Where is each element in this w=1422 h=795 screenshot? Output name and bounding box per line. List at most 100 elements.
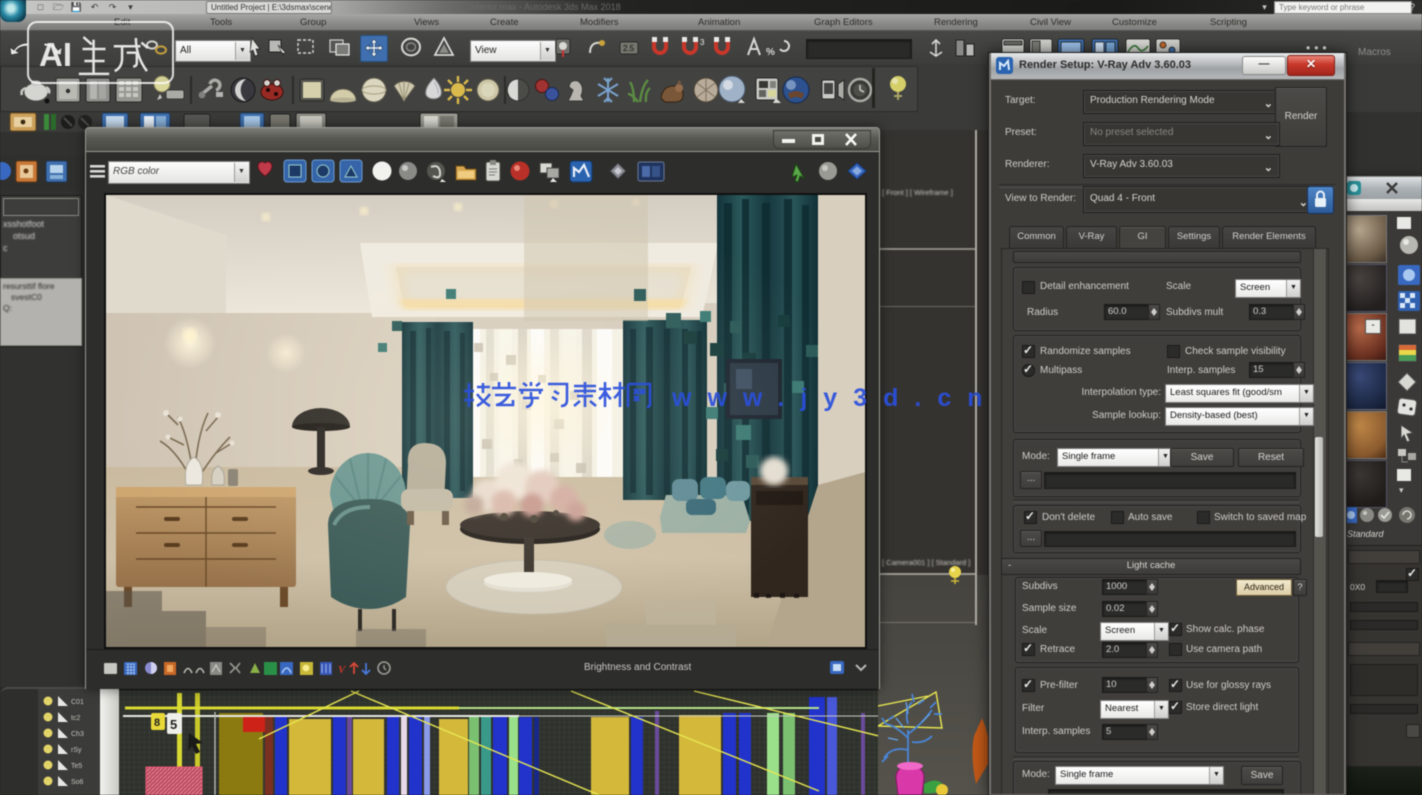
vfb-swirl-icon[interactable] <box>427 162 446 182</box>
sphere-primitive-icon[interactable] <box>362 78 386 102</box>
render-button[interactable]: Render <box>1275 87 1327 147</box>
lc-prefilter-spinner[interactable]: 10 <box>1102 677 1157 693</box>
render-setup-icon[interactable] <box>756 78 781 103</box>
lc-retrace-checkbox[interactable] <box>1022 643 1035 656</box>
mated-scroll-button2[interactable] <box>1397 469 1411 481</box>
minimize-icon[interactable] <box>782 139 795 143</box>
open-file-icon[interactable]: 🗁 <box>52 2 65 12</box>
sample-uv-tiling-icon[interactable] <box>1399 319 1416 334</box>
vfb-history-icon[interactable] <box>638 162 664 181</box>
put-material-icon[interactable] <box>1360 508 1374 522</box>
sample-lookup-dropdown[interactable]: Density-based (best)▼ <box>1165 407 1314 426</box>
scene-explorer-rows[interactable]: C01 tc2 Ch3 rSy Te5 So6 <box>38 691 100 795</box>
clock-icon[interactable] <box>849 79 871 101</box>
vfb-red-sphere-icon[interactable] <box>511 162 530 181</box>
mated-horizontal-toolbar[interactable] <box>1345 505 1421 527</box>
dialog-minimize-button[interactable]: — <box>1242 56 1286 75</box>
vfb-clipboard-icon[interactable] <box>486 160 500 181</box>
utilities-icon[interactable] <box>199 80 223 98</box>
geosphere-icon[interactable] <box>694 78 718 102</box>
viewport-gap[interactable]: [ Front ] [ Wireframe ] [ Camera001 ] [ … <box>878 130 990 795</box>
menu-views[interactable]: Views <box>414 17 439 28</box>
irradiance-rollout-stub[interactable] <box>1013 251 1301 263</box>
tab-common[interactable]: Common <box>1009 226 1064 249</box>
lc-mode-dropdown[interactable]: Single frame▼ <box>1055 766 1224 785</box>
video-color-check-icon[interactable] <box>1399 345 1416 361</box>
dont-delete-checkbox[interactable] <box>1024 511 1037 524</box>
snowflake-icon[interactable] <box>598 78 618 102</box>
select-and-move-button[interactable] <box>360 35 388 62</box>
workspace-dropdown-icon[interactable]: ▾ <box>124 2 137 12</box>
irmap-file-field[interactable] <box>1044 472 1296 489</box>
options-icon[interactable] <box>1397 398 1417 416</box>
explorer-item[interactable]: rSy <box>71 747 82 754</box>
lc-sample-size-spinner[interactable]: 0.02 <box>1102 601 1157 617</box>
menu-modifiers[interactable]: Modifiers <box>580 17 619 28</box>
view-to-render-dropdown[interactable]: Quad 4 - Front⌄ <box>1083 186 1315 213</box>
menu-tools[interactable]: Tools <box>210 17 232 28</box>
lc-store-direct-checkbox[interactable] <box>1169 701 1182 714</box>
vfb-stop-icon[interactable] <box>819 162 837 180</box>
vfb-heart-icon[interactable] <box>258 162 272 176</box>
sun-icon[interactable] <box>444 76 472 104</box>
renderer-dropdown[interactable]: V-Ray Adv 3.60.03⌄ <box>1083 154 1280 178</box>
cone-primitive-icon[interactable] <box>426 78 442 99</box>
snap-toggles-icons[interactable]: 3 % <box>648 35 798 61</box>
exposure-icon[interactable] <box>300 662 313 675</box>
default-lights-icon[interactable] <box>882 70 918 106</box>
lc-file-field[interactable] <box>1048 789 1284 795</box>
vfb-gray-sphere-icon[interactable] <box>399 162 417 180</box>
vfb-diamond-icon[interactable] <box>610 163 626 179</box>
generate-preview-icon[interactable] <box>1398 373 1416 391</box>
explorer-item[interactable]: tc2 <box>71 715 80 722</box>
tab-settings[interactable]: Settings <box>1168 226 1220 249</box>
autosave-browse-button[interactable]: ... <box>1020 530 1042 547</box>
reference-coordinate-dropdown[interactable]: View▼ <box>470 40 556 62</box>
ladybug-icon[interactable] <box>261 80 283 100</box>
use-pivot-center-icon[interactable] <box>552 35 574 60</box>
foliage-icon[interactable] <box>628 80 650 102</box>
mated-minus-button[interactable]: - <box>1365 319 1381 334</box>
vfb-corner-icons[interactable] <box>828 660 872 676</box>
mated-type-button[interactable]: Standard <box>1347 529 1419 539</box>
new-scene-icon[interactable]: □ <box>34 2 47 12</box>
search-dropdown-icon[interactable]: ▾ <box>1258 2 1271 12</box>
spheres-pair-icon[interactable] <box>536 80 559 101</box>
scale-dropdown[interactable]: Screen▼ <box>1235 279 1301 298</box>
vfb-render-last-icon[interactable] <box>848 163 866 179</box>
vfb-region-icon[interactable] <box>792 164 804 182</box>
menu-scripting[interactable]: Scripting <box>1210 17 1247 28</box>
vfb-folder-icon[interactable] <box>456 166 476 180</box>
night-sphere-icon[interactable] <box>231 78 255 102</box>
tab-render-elements[interactable]: Render Elements <box>1222 226 1316 249</box>
randomize-samples-checkbox[interactable] <box>1022 345 1035 358</box>
irmap-browse-button[interactable]: ... <box>1020 471 1042 489</box>
multipass-checkbox[interactable] <box>1022 364 1035 377</box>
disc-primitive-icon[interactable] <box>477 79 499 101</box>
material-editor-icon[interactable] <box>719 76 745 103</box>
keyboard-override-icon[interactable]: 2.5 <box>618 36 640 60</box>
rectangular-selection-icon[interactable] <box>296 37 318 57</box>
auto-save-checkbox[interactable] <box>1111 511 1124 524</box>
dialog-scrollbar[interactable] <box>1313 248 1327 795</box>
close-icon[interactable] <box>846 134 856 145</box>
plane-primitive-icon[interactable] <box>300 79 324 101</box>
lc-scale-dropdown[interactable]: Screen▼ <box>1100 622 1169 641</box>
mated-menu-bar[interactable] <box>1343 199 1422 211</box>
lc-retrace-spinner[interactable]: 2.0 <box>1102 642 1157 658</box>
mated-sample-slots[interactable] <box>1343 215 1387 515</box>
redo-icon[interactable]: ↷ <box>106 2 119 12</box>
maximize-icon[interactable] <box>815 137 821 142</box>
help-icon[interactable]: ? <box>1406 2 1419 12</box>
lc-glossy-checkbox[interactable] <box>1169 679 1182 692</box>
lc-camera-path-checkbox[interactable] <box>1169 643 1182 656</box>
infocenter-search-input[interactable]: Type keyword or phrase <box>1274 1 1412 14</box>
dialog-scroll-thumb[interactable] <box>1315 437 1323 537</box>
mated-scroll-button[interactable] <box>1397 217 1411 229</box>
dialog-close-button[interactable]: ✕ <box>1287 55 1335 76</box>
vfb-render-icons[interactable] <box>786 158 876 186</box>
select-and-scale-icon[interactable] <box>432 35 456 60</box>
checker-ball-icon[interactable] <box>507 79 529 101</box>
lc-interp-samples-spinner[interactable]: 5 <box>1102 724 1157 740</box>
menu-group[interactable]: Group <box>300 17 326 28</box>
